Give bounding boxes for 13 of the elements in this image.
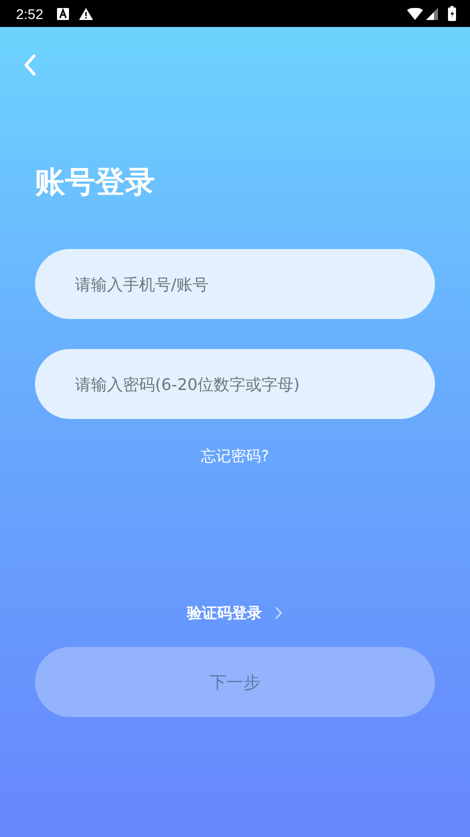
wifi-icon <box>407 8 423 20</box>
forgot-password-link[interactable]: 忘记密码? <box>201 442 269 470</box>
chevron-icon <box>274 606 283 620</box>
signal-icon <box>426 8 438 20</box>
page-title: 账号登录 <box>35 164 155 202</box>
password-field[interactable]: 请输入密码(6-20位数字或字母) <box>35 349 435 419</box>
warning-icon <box>79 8 94 20</box>
status-time: 2:52 <box>16 6 44 22</box>
sms-login-link[interactable]: 验证码登录 <box>187 599 283 627</box>
battery-icon <box>448 6 456 21</box>
account-field[interactable]: 请输入手机号/账号 <box>35 249 435 319</box>
keyboard-icon <box>57 8 70 20</box>
back-icon[interactable] <box>22 54 38 76</box>
